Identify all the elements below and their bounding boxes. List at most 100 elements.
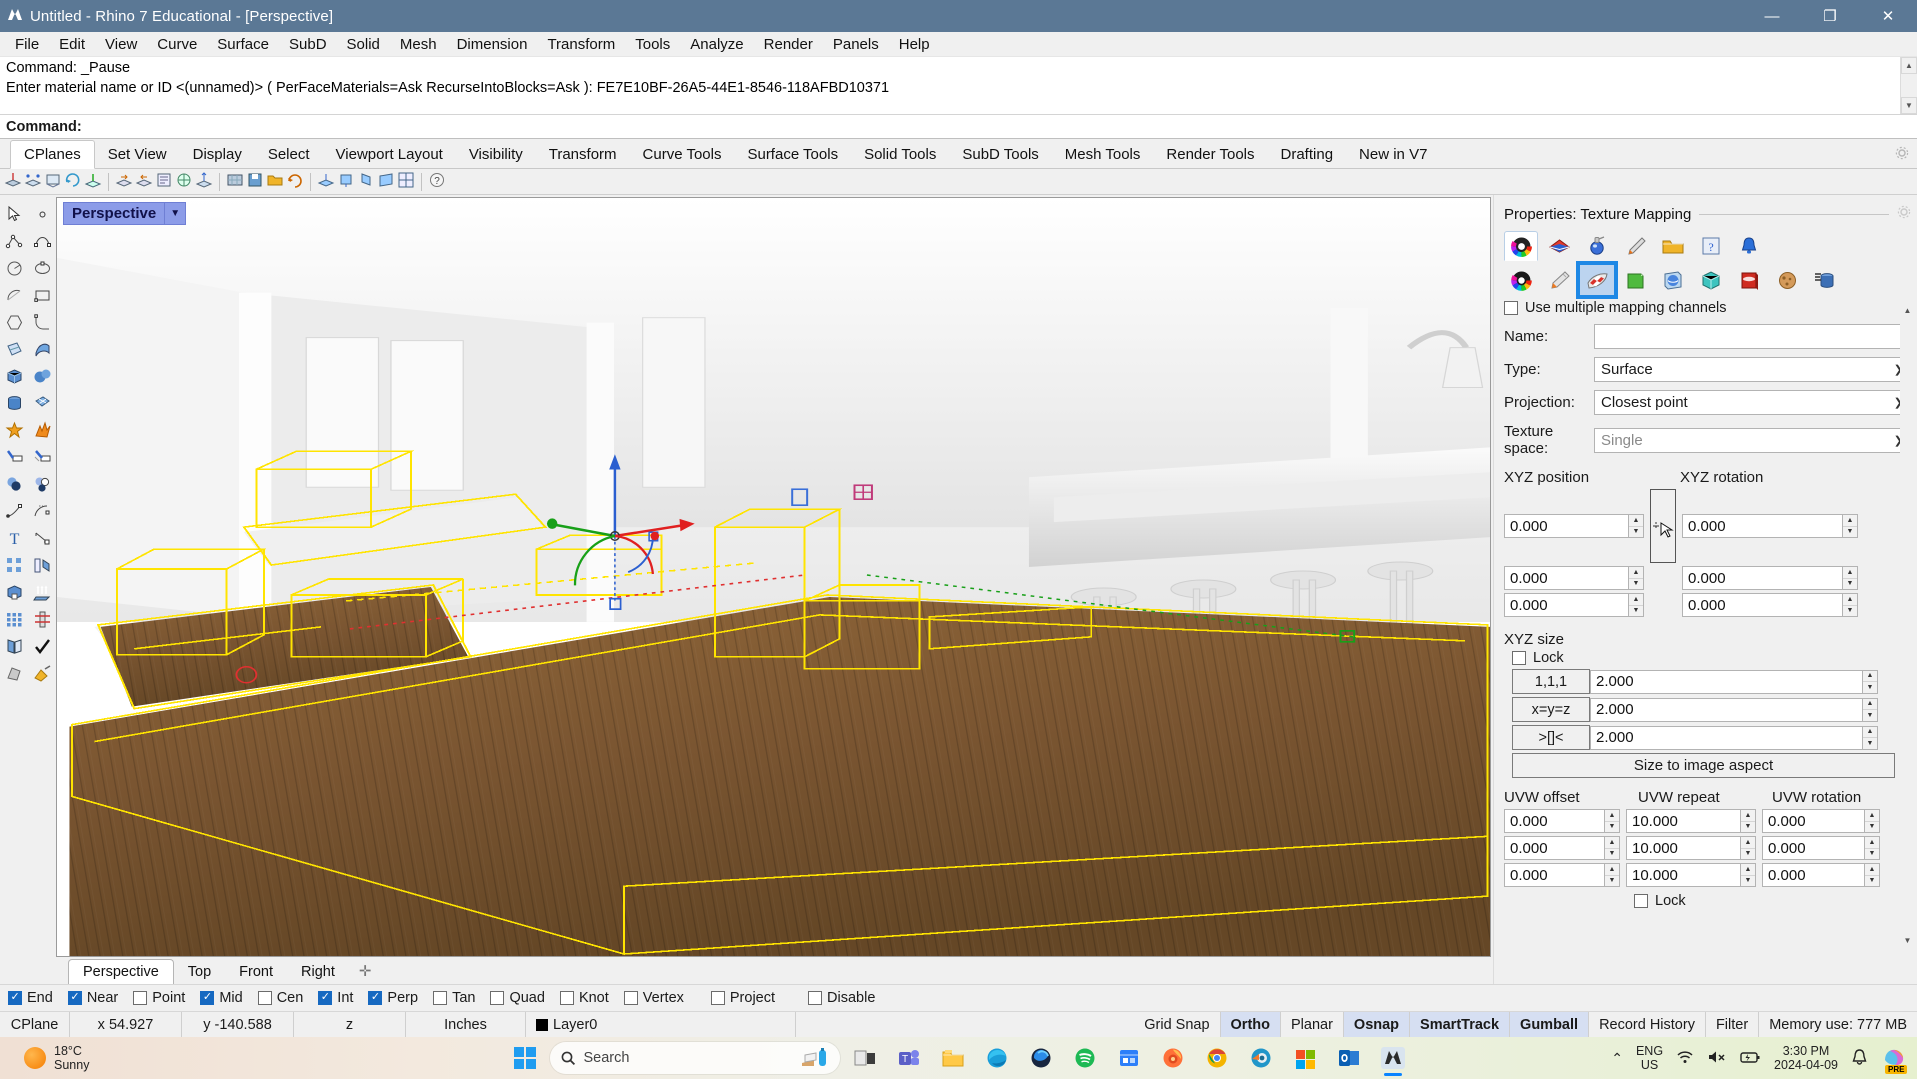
- xyz-size-x-spin-buttons[interactable]: ▲▼: [1862, 670, 1878, 694]
- xyz-rotation-z-stepper[interactable]: ▲▼: [1682, 593, 1858, 617]
- properties-gear-icon[interactable]: [1897, 205, 1911, 223]
- tool-polyline-icon[interactable]: [0, 228, 28, 255]
- firefox-icon[interactable]: [1154, 1039, 1192, 1077]
- tool-boolean-difference-icon[interactable]: [0, 471, 28, 498]
- osnap-point[interactable]: Point: [133, 990, 185, 1006]
- tab-icon-notification-bell-icon[interactable]: [1732, 231, 1766, 261]
- tool-surface-from-points-icon[interactable]: [0, 336, 28, 363]
- firefox-developer-icon[interactable]: [1022, 1039, 1060, 1077]
- uvw-rotation-w-stepper[interactable]: ▲▼: [1762, 863, 1880, 887]
- tab-icon-box-mapping-icon[interactable]: [1694, 265, 1728, 295]
- menu-solid[interactable]: Solid: [337, 33, 390, 56]
- uvw-offset-v-input[interactable]: [1504, 836, 1604, 860]
- toolbar-icon-cplane-zaxis[interactable]: [195, 171, 213, 193]
- uvw-rotation-v-input[interactable]: [1762, 836, 1864, 860]
- osnap-knot[interactable]: Knot: [560, 990, 609, 1006]
- menu-view[interactable]: View: [95, 33, 147, 56]
- tab-icon-planar-mapping-icon[interactable]: [1732, 265, 1766, 295]
- battery-charging-icon[interactable]: [1739, 1050, 1761, 1067]
- uvw-rotation-u-stepper[interactable]: ▲▼: [1762, 809, 1880, 833]
- tool-cylinder-icon[interactable]: [0, 390, 28, 417]
- viewport-title-dropdown[interactable]: Perspective ▼: [63, 202, 186, 225]
- osnap-quad[interactable]: Quad: [490, 990, 544, 1006]
- osnap-quad-checkbox[interactable]: [490, 991, 504, 1005]
- xyz-size-y-input[interactable]: [1590, 698, 1862, 722]
- xyz-size-preset-xyz-button[interactable]: x=y=z: [1512, 697, 1590, 722]
- status-cplane[interactable]: CPlane: [0, 1012, 70, 1037]
- osnap-vertex-checkbox[interactable]: [624, 991, 638, 1005]
- uvw-offset-u-stepper[interactable]: ▲▼: [1504, 809, 1620, 833]
- projection-select[interactable]: Closest point ❯: [1594, 390, 1911, 415]
- menu-surface[interactable]: Surface: [207, 33, 279, 56]
- toolbar-icon-open-cplane[interactable]: [266, 171, 284, 193]
- xyz-size-preset-fit-button[interactable]: >[]<: [1512, 725, 1590, 750]
- use-multiple-mapping-channels-checkbox[interactable]: [1504, 301, 1518, 315]
- tool-boolean-union-icon[interactable]: [0, 417, 28, 444]
- tabstrip-gear-icon[interactable]: [1895, 146, 1909, 164]
- tab-visibility[interactable]: Visibility: [456, 141, 536, 168]
- command-prompt[interactable]: Command:: [0, 115, 1917, 139]
- size-to-image-aspect-button[interactable]: Size to image aspect: [1512, 753, 1895, 778]
- tab-transform[interactable]: Transform: [536, 141, 630, 168]
- xyz-rotation-y-input[interactable]: [1682, 566, 1842, 590]
- xyz-rotation-y-stepper[interactable]: ▲▼: [1682, 566, 1858, 590]
- status-osnap[interactable]: Osnap: [1344, 1012, 1410, 1037]
- microsoft-outlook-icon[interactable]: [1330, 1039, 1368, 1077]
- tab-render-tools[interactable]: Render Tools: [1153, 141, 1267, 168]
- tool-check-icon[interactable]: [28, 633, 56, 660]
- tab-curve-tools[interactable]: Curve Tools: [630, 141, 735, 168]
- toolbar-icon-cplane-previous[interactable]: [135, 171, 153, 193]
- xyz-rotation-x-input[interactable]: [1682, 514, 1842, 538]
- xyz-size-z-input[interactable]: [1590, 726, 1862, 750]
- tool-dimension-icon[interactable]: [28, 525, 56, 552]
- tab-select[interactable]: Select: [255, 141, 323, 168]
- tool-mirror-icon[interactable]: [28, 552, 56, 579]
- osnap-disable[interactable]: Disable: [808, 990, 875, 1006]
- menu-mesh[interactable]: Mesh: [390, 33, 447, 56]
- tab-icon-texture-mapping-icon[interactable]: [1580, 265, 1614, 295]
- osnap-mid-checkbox[interactable]: [200, 991, 214, 1005]
- viewport-tab-perspective[interactable]: Perspective: [68, 959, 174, 985]
- tool-polygon-icon[interactable]: [0, 309, 28, 336]
- tab-icon-material-layers-icon[interactable]: [1542, 231, 1576, 261]
- microsoft-teams-icon[interactable]: T: [890, 1039, 928, 1077]
- tab-icon-color-wheel-icon[interactable]: [1504, 231, 1538, 261]
- tool-circle-icon[interactable]: [0, 255, 28, 282]
- osnap-near-checkbox[interactable]: [68, 991, 82, 1005]
- xyz-rotation-z-spin-buttons[interactable]: ▲▼: [1842, 593, 1858, 617]
- tab-icon-object-properties-icon[interactable]: [1504, 265, 1538, 295]
- language-indicator[interactable]: ENG US: [1636, 1044, 1663, 1072]
- xyz-position-z-stepper[interactable]: ▲▼: [1504, 593, 1644, 617]
- tab-icon-help-icon[interactable]: ?: [1694, 231, 1728, 261]
- uvw-offset-v-spin-buttons[interactable]: ▲▼: [1604, 836, 1620, 860]
- uvw-rotation-u-spin-buttons[interactable]: ▲▼: [1864, 809, 1880, 833]
- status-layer[interactable]: Layer0: [526, 1012, 796, 1037]
- tab-icon-sphere-mapping-icon[interactable]: [1656, 265, 1690, 295]
- tool-layout-grid-icon[interactable]: [0, 606, 28, 633]
- xyz-position-z-spin-buttons[interactable]: ▲▼: [1628, 593, 1644, 617]
- volume-muted-icon[interactable]: [1707, 1049, 1726, 1068]
- toolbar-icon-restore-cplane[interactable]: [286, 171, 304, 193]
- status-gumball[interactable]: Gumball: [1510, 1012, 1589, 1037]
- osnap-project[interactable]: Project: [711, 990, 775, 1006]
- tab-icon-custom-mapping-icon[interactable]: [1770, 265, 1804, 295]
- wifi-icon[interactable]: [1676, 1049, 1694, 1068]
- menu-help[interactable]: Help: [889, 33, 940, 56]
- tool-trim-icon[interactable]: [0, 444, 28, 471]
- osnap-project-checkbox[interactable]: [711, 991, 725, 1005]
- menu-curve[interactable]: Curve: [147, 33, 207, 56]
- xyz-position-x-stepper[interactable]: ▲▼: [1504, 514, 1644, 538]
- viewport-title-chevron-down-icon[interactable]: ▼: [164, 203, 185, 224]
- xyz-rotation-x-spin-buttons[interactable]: ▲▼: [1842, 514, 1858, 538]
- osnap-end-checkbox[interactable]: [8, 991, 22, 1005]
- microsoft-edge-icon[interactable]: [978, 1039, 1016, 1077]
- properties-scroll-down-arrow[interactable]: ▼: [1900, 933, 1915, 948]
- viewport-tab-top[interactable]: Top: [174, 960, 225, 984]
- uvw-repeat-w-spin-buttons[interactable]: ▲▼: [1740, 863, 1756, 887]
- uvw-repeat-w-stepper[interactable]: ▲▼: [1626, 863, 1756, 887]
- tab-subd-tools[interactable]: SubD Tools: [949, 141, 1051, 168]
- tool-extrude-icon[interactable]: [28, 579, 56, 606]
- toolbar-icon-cplane-to-object[interactable]: [44, 171, 62, 193]
- tab-icon-cylinder-mapping-icon[interactable]: [1808, 265, 1842, 295]
- tab-set-view[interactable]: Set View: [95, 141, 180, 168]
